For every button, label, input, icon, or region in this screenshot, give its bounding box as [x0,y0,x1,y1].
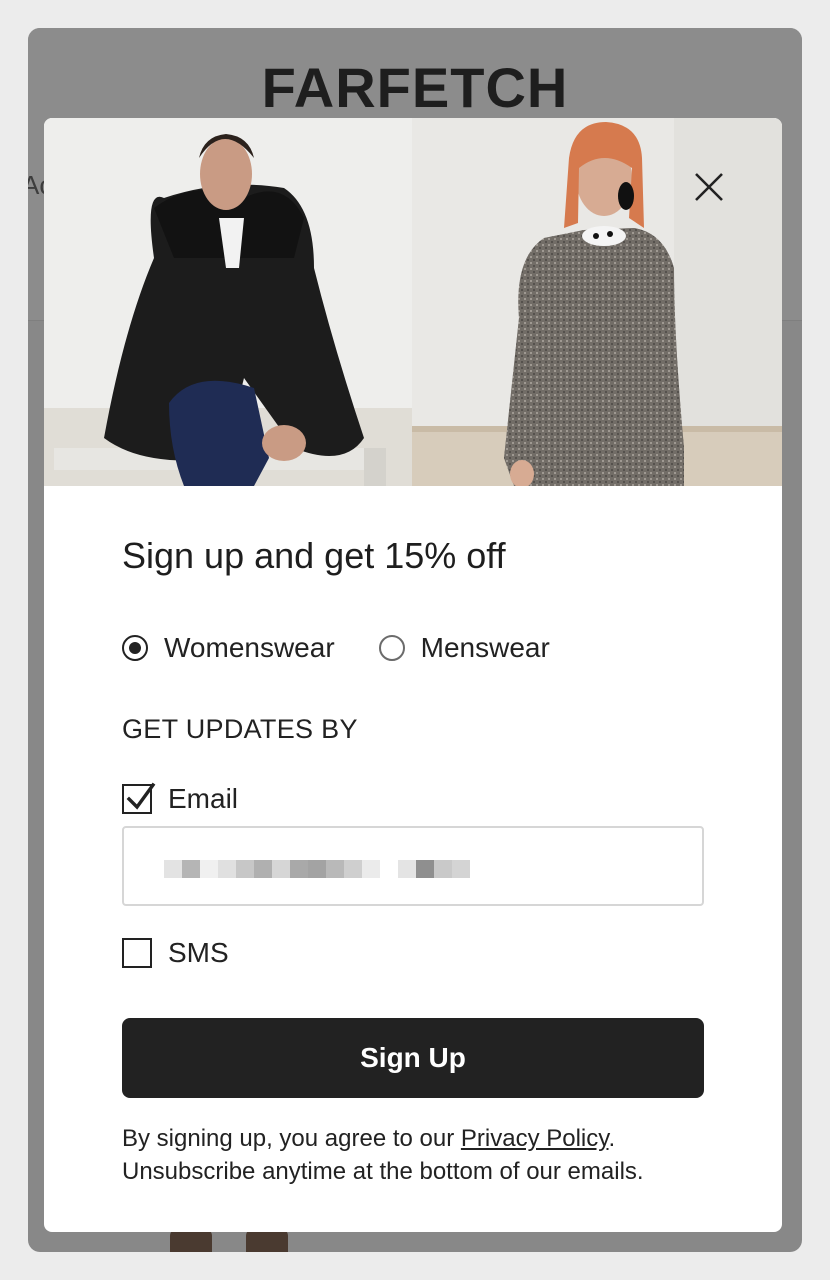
privacy-policy-link[interactable]: Privacy Policy [461,1125,609,1152]
redacted-email-value [164,860,470,878]
radio-label: Menswear [420,632,550,663]
legal-unsubscribe: Unsubscribe anytime at the bottom of our… [122,1158,644,1185]
close-icon [695,173,723,201]
email-checkbox[interactable] [122,782,156,814]
updates-heading: GET UPDATES BY [122,714,358,744]
email-input[interactable] [122,826,704,906]
close-button[interactable] [688,166,732,210]
sign-up-button[interactable]: Sign Up [122,1018,704,1098]
modal-title: Sign up and get 15% off [122,535,506,576]
radio-womenswear[interactable]: Womenswear [122,632,335,664]
brand-logo: FARFETCH [261,56,569,119]
email-checkbox-label: Email [168,783,239,814]
legal-prefix: By signing up, you agree to our [122,1125,461,1152]
radio-menswear[interactable]: Menswear [378,632,550,664]
checkmark-icon [126,782,156,810]
radio-label: Womenswear [164,632,335,663]
signup-modal: Sign up and get 15% off Womenswear Mensw… [44,118,782,1232]
sms-checkbox-label: SMS [168,937,229,968]
email-checkbox-row[interactable]: Email [122,782,238,816]
sms-checkbox-row[interactable]: SMS [122,936,229,970]
legal-text: By signing up, you agree to our Privacy … [122,1122,722,1188]
hero-image [44,118,782,486]
sms-checkbox[interactable] [122,938,152,968]
legal-suffix: . [608,1125,616,1152]
gender-radio-group: Womenswear Menswear [122,628,594,668]
radio-selected-icon[interactable] [122,635,148,661]
radio-unselected-icon[interactable] [378,635,405,661]
